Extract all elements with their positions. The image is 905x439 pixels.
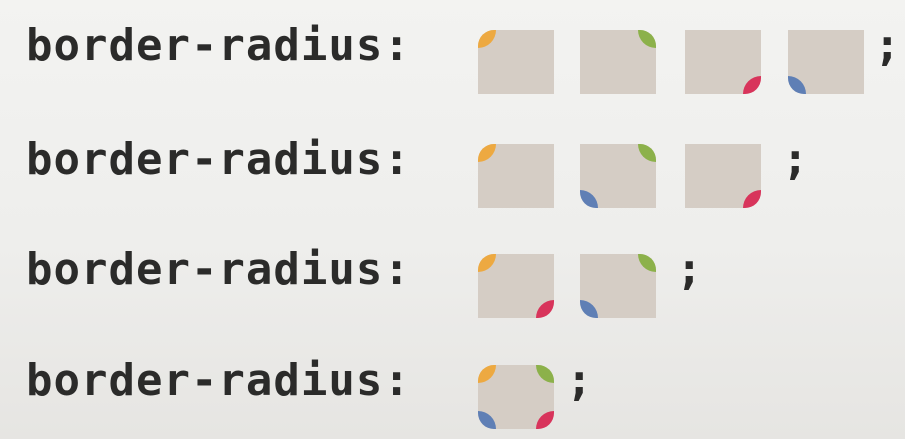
top-left-marker: [478, 30, 496, 48]
bottom-right-marker: [743, 76, 761, 94]
corner-box-top-left: [478, 30, 554, 94]
property-label: border-radius:: [26, 134, 411, 185]
property-label: border-radius:: [26, 244, 411, 295]
bottom-right-marker: [743, 190, 761, 208]
bottom-right-marker: [536, 411, 554, 429]
semicolon: ;: [566, 355, 593, 406]
top-right-marker: [638, 30, 656, 48]
top-right-marker: [536, 365, 554, 383]
semicolon: ;: [782, 134, 809, 185]
corner-box-top-left: [478, 144, 554, 208]
corner-box-bottom-right: [685, 30, 761, 94]
property-label: border-radius:: [26, 355, 411, 406]
bottom-left-marker: [478, 411, 496, 429]
corner-box-top-right-bottom-left: [580, 254, 656, 318]
bottom-left-marker: [580, 190, 598, 208]
bottom-left-marker: [580, 300, 598, 318]
top-left-marker: [478, 365, 496, 383]
bottom-left-marker: [788, 76, 806, 94]
corner-box-bottom-right: [685, 144, 761, 208]
corner-box-bottom-left: [788, 30, 864, 94]
top-right-marker: [638, 254, 656, 272]
property-label: border-radius:: [26, 20, 411, 71]
corner-box-top-left-bottom-right: [478, 254, 554, 318]
corner-box-top-right-bottom-left: [580, 144, 656, 208]
semicolon: ;: [874, 20, 901, 71]
top-left-marker: [478, 144, 496, 162]
semicolon: ;: [676, 244, 703, 295]
top-left-marker: [478, 254, 496, 272]
corner-box-all-corners: [478, 365, 554, 429]
top-right-marker: [638, 144, 656, 162]
corner-box-top-right: [580, 30, 656, 94]
bottom-right-marker: [536, 300, 554, 318]
